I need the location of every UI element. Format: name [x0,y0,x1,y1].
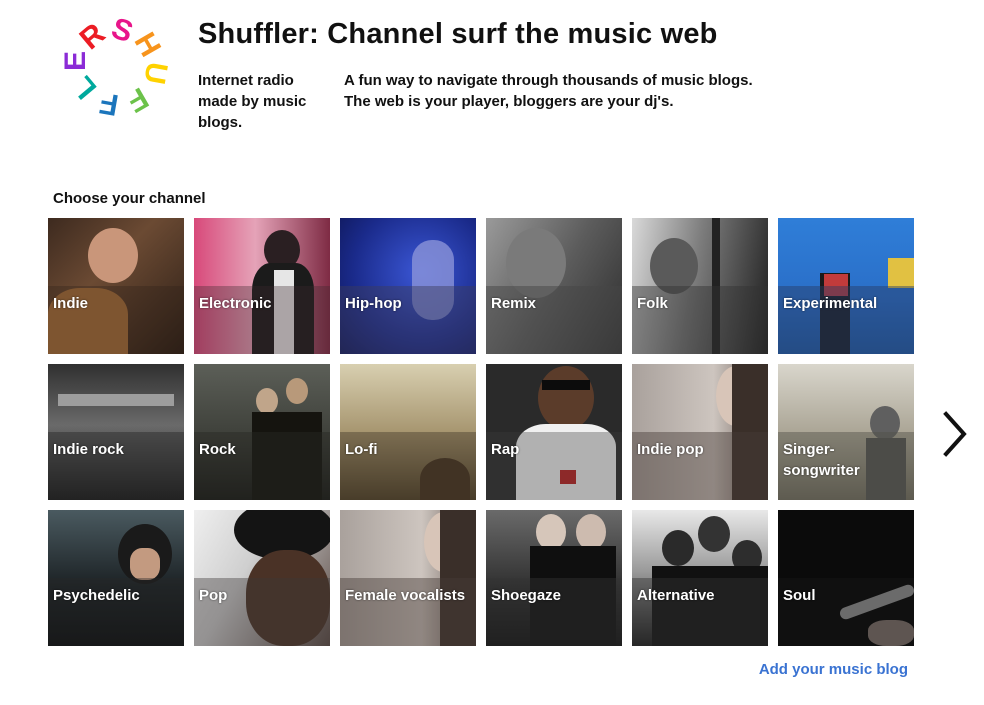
description-line: A fun way to navigate through thousands … [344,72,753,89]
channel-label: Indie [53,295,89,312]
channel-grid: Indie Electronic Hip-hop Remix Folk Expe… [48,218,914,646]
logo-letter: L [66,69,104,105]
channel-label: Alternative [637,587,715,604]
channel-label: Hip-hop [345,295,402,312]
channel-label: Soul [783,587,816,604]
channel-tile-remix[interactable]: Remix [486,218,622,354]
channel-tile-hip-hop[interactable]: Hip-hop [340,218,476,354]
chevron-right-icon [943,411,967,457]
channel-tile-pop[interactable]: Pop [194,510,330,646]
channel-tile-indie-rock[interactable]: Indie rock [48,364,184,500]
channel-tile-singer-songwriter[interactable]: Singer-songwriter [778,364,914,500]
logo-letter: F [121,80,154,119]
logo-letter: R [73,17,112,57]
next-page-button[interactable] [936,408,972,460]
description: A fun way to navigate through thousands … [344,70,864,112]
channel-tile-electronic[interactable]: Electronic [194,218,330,354]
channel-label: Rock [199,441,236,458]
channel-tile-rap[interactable]: Rap [486,364,622,500]
tagline: Internet radio made by music blogs. [198,72,307,131]
channel-tile-psychedelic[interactable]: Psychedelic [48,510,184,646]
channel-tile-indie[interactable]: Indie [48,218,184,354]
channel-label: Remix [491,295,537,312]
channel-tile-indie-pop[interactable]: Indie pop [632,364,768,500]
channel-label: Shoegaze [491,587,562,604]
channel-label: Psychedelic [53,587,140,604]
channel-tile-female-vocalists[interactable]: Female vocalists [340,510,476,646]
logo-letter: H [127,27,167,63]
channel-label: Rap [491,441,520,458]
add-music-blog-link[interactable]: Add your music blog [759,661,908,678]
channel-tile-folk[interactable]: Folk [632,218,768,354]
channel-heading: Choose your channel [53,190,206,207]
logo-letter: E [59,50,93,72]
shuffler-logo[interactable]: S H U F F L E R [59,12,178,122]
channel-tile-lo-fi[interactable]: Lo-fi [340,364,476,500]
channel-label: Folk [637,295,668,312]
channel-label: Indie rock [53,441,124,458]
channel-tile-soul[interactable]: Soul [778,510,914,646]
channel-label: Experimental [783,295,878,312]
page-title: Shuffler: Channel surf the music web [198,18,718,50]
description-line: The web is your player, bloggers are you… [344,93,674,110]
channel-label: Electronic [199,295,272,312]
channel-label: Pop [199,587,228,604]
channel-label: Female vocalists [345,587,466,604]
channel-label: Singer-songwriter [783,441,860,479]
logo-letter: U [137,59,174,87]
logo-letter: F [97,85,121,122]
channel-tile-alternative[interactable]: Alternative [632,510,768,646]
channel-tile-rock[interactable]: Rock [194,364,330,500]
channel-label: Indie pop [637,441,704,458]
channel-tile-experimental[interactable]: Experimental [778,218,914,354]
channel-label: Lo-fi [345,441,378,458]
channel-tile-shoegaze[interactable]: Shoegaze [486,510,622,646]
